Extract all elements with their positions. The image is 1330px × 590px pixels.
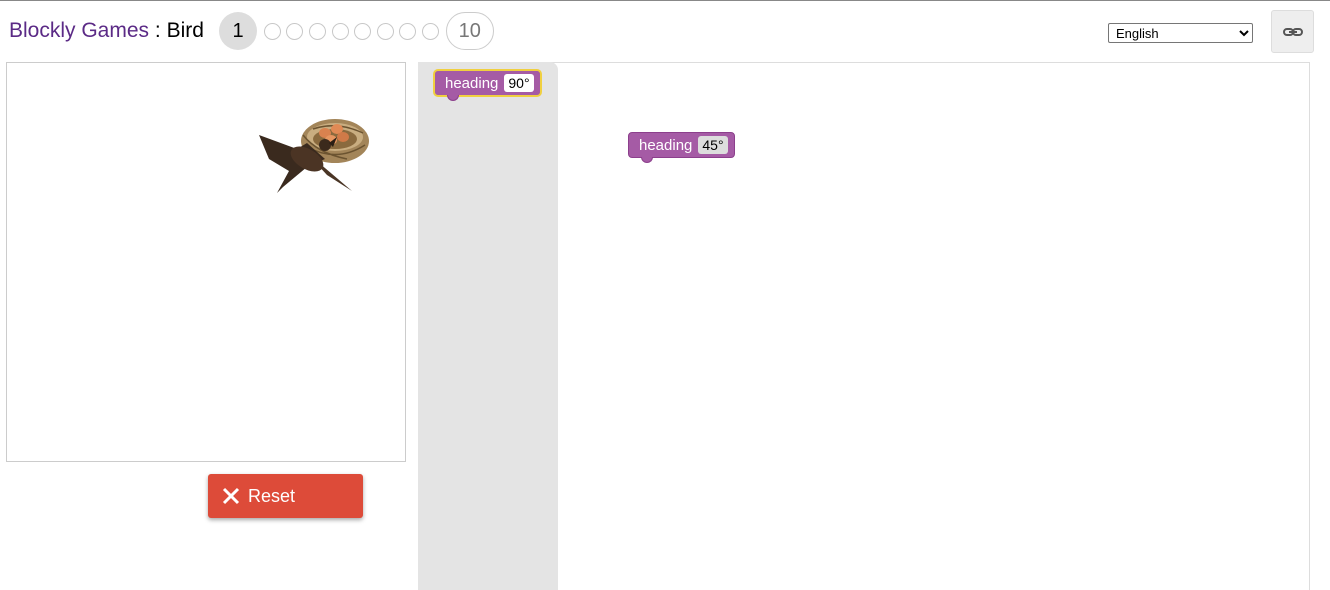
block-label: heading xyxy=(639,136,693,154)
scene xyxy=(259,119,369,193)
app-name-link[interactable]: Blockly Games xyxy=(9,19,149,42)
heading-angle-field[interactable]: 45° xyxy=(698,136,728,154)
bird-canvas xyxy=(6,62,406,462)
level-dot[interactable] xyxy=(263,22,281,40)
close-icon xyxy=(222,487,240,505)
language-select[interactable]: English xyxy=(1108,23,1253,43)
level-dot[interactable] xyxy=(331,22,349,40)
toolbox-heading-block[interactable]: heading 90° xyxy=(433,69,542,101)
game-name: Bird xyxy=(166,19,204,42)
level-dot[interactable] xyxy=(421,22,439,40)
level-dot[interactable] xyxy=(399,22,417,40)
block-label: heading xyxy=(445,74,499,92)
link-button[interactable] xyxy=(1271,10,1314,53)
header: Blockly Games : Bird 1 10 English xyxy=(0,1,1330,61)
level-dot[interactable] xyxy=(376,22,394,40)
reset-button[interactable]: Reset xyxy=(208,474,363,518)
workspace-heading-block[interactable]: heading 45° xyxy=(628,132,735,163)
level-dot[interactable] xyxy=(354,22,372,40)
link-icon xyxy=(1282,27,1303,36)
level-selector: 1 10 xyxy=(219,12,494,50)
title-separator: : xyxy=(149,19,167,42)
level-current[interactable]: 1 xyxy=(219,12,257,50)
page-title: Blockly Games : Bird xyxy=(9,19,204,43)
level-dot[interactable] xyxy=(286,22,304,40)
level-dot[interactable] xyxy=(308,22,326,40)
level-last[interactable]: 10 xyxy=(445,12,494,50)
reset-label: Reset xyxy=(248,485,296,506)
toolbox-flyout xyxy=(418,62,558,590)
heading-angle-field[interactable]: 90° xyxy=(504,74,534,92)
